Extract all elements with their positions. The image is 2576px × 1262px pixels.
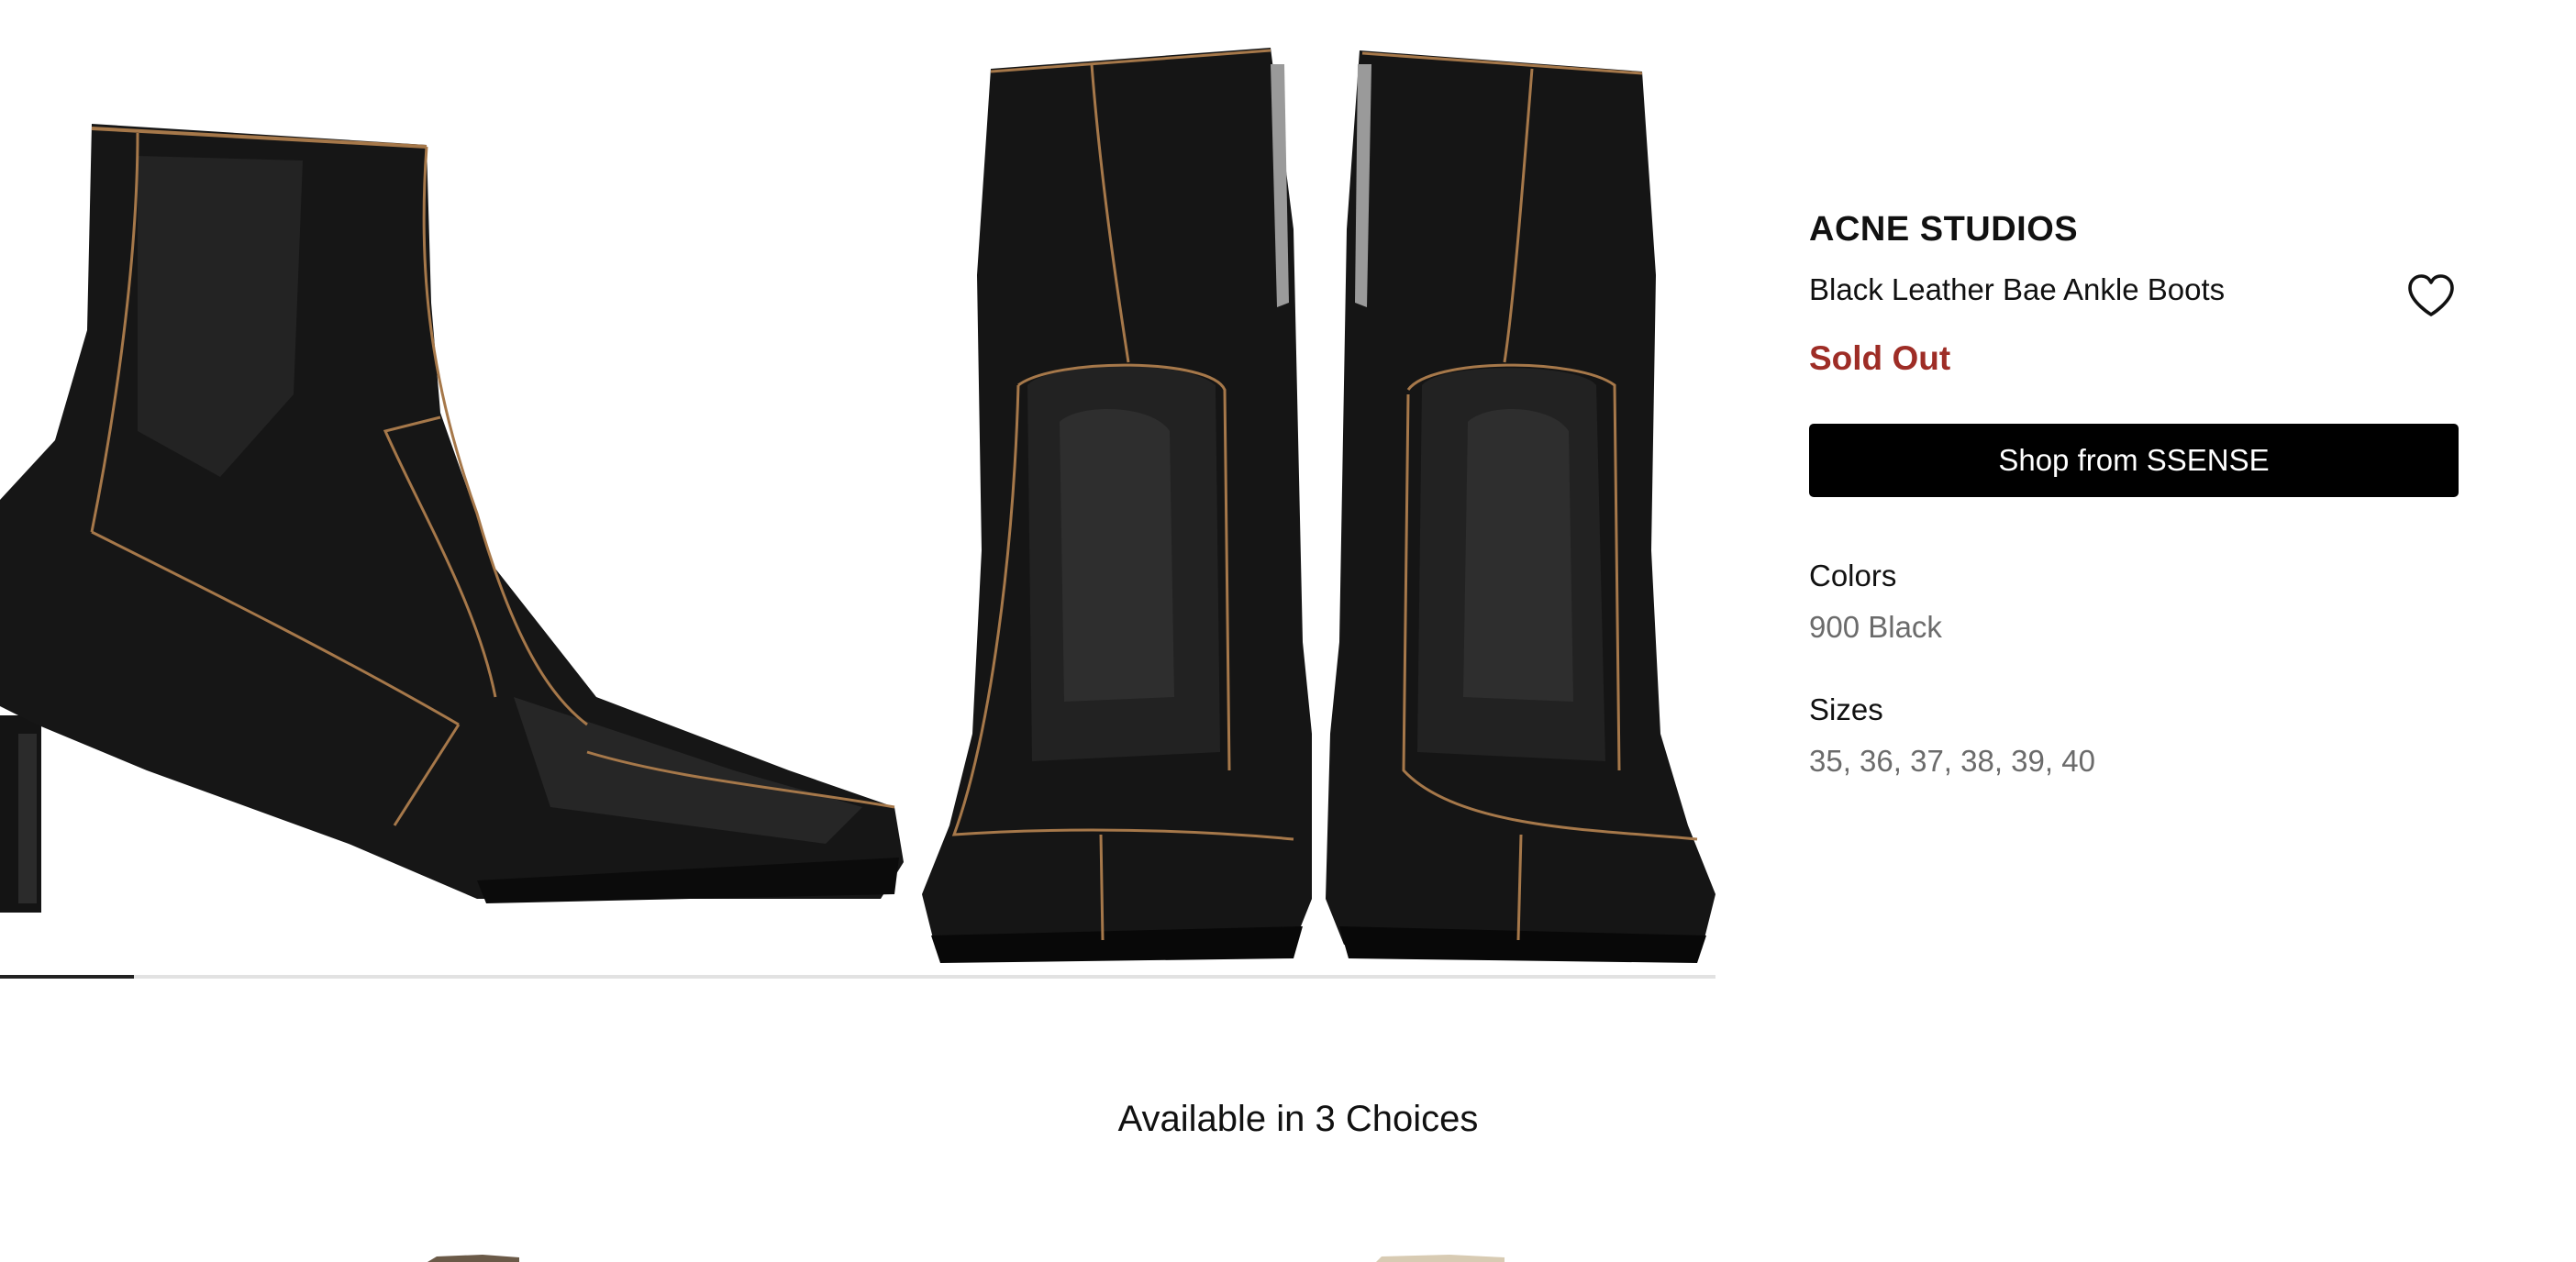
- colors-label: Colors: [1809, 559, 1897, 592]
- boot-side-view-image: [0, 0, 917, 972]
- stock-status: Sold Out: [1809, 339, 1951, 377]
- product-name: Black Leather Bae Ankle Boots: [1809, 272, 2226, 306]
- boot-front-view-image: [908, 0, 1715, 986]
- available-choices-heading: Available in 3 Choices: [1117, 1099, 1479, 1139]
- brand-name[interactable]: ACNE STUDIOS: [1809, 206, 2459, 252]
- product-name-row: Black Leather Bae Ankle Boots: [1809, 267, 2459, 316]
- product-info-panel: ACNE STUDIOS Black Leather Bae Ankle Boo…: [1809, 206, 2459, 782]
- sizes-label: Sizes: [1809, 692, 1883, 726]
- choice-thumbnail[interactable]: [1376, 1255, 1505, 1262]
- sizes-value: 35, 36, 37, 38, 39, 40: [1809, 744, 2095, 778]
- shop-from-retailer-button[interactable]: Shop from SSENSE: [1809, 424, 2459, 497]
- colors-value: 900 Black: [1809, 610, 1942, 644]
- product-image-gallery[interactable]: [0, 0, 1715, 986]
- gallery-progress-track[interactable]: [0, 975, 1715, 979]
- choice-thumbnail[interactable]: [427, 1255, 519, 1262]
- wishlist-button[interactable]: [2404, 271, 2459, 322]
- heart-outline-icon: [2408, 273, 2454, 316]
- gallery-progress-indicator: [0, 975, 134, 979]
